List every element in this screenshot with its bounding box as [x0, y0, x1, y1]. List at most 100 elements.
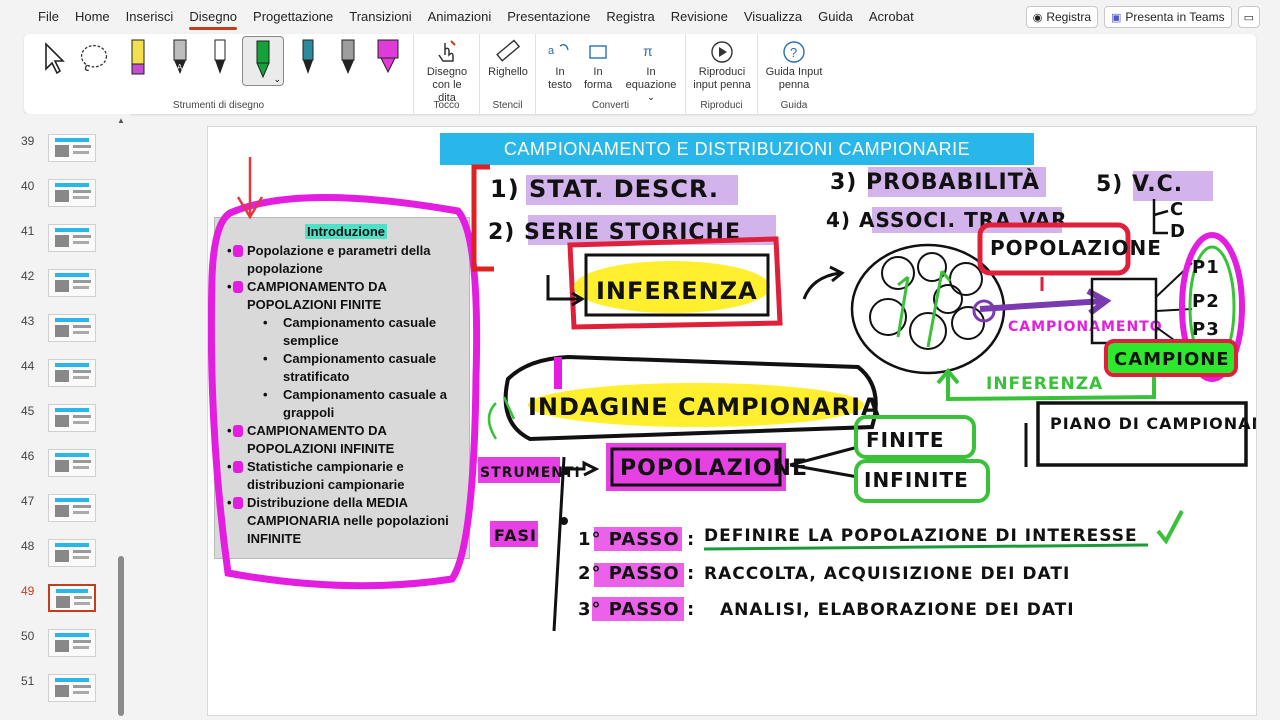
tab-inserisci[interactable]: Inserisci [118, 0, 182, 34]
hw-popolazione-top: POPOLAZIONE [990, 236, 1162, 260]
tab-home[interactable]: Home [67, 0, 118, 34]
highlighter-yellow-button[interactable] [122, 38, 154, 78]
slide-thumbnail-pane: 39 40 41 42 43 44 45 46 47 48 49 50 51 [0, 114, 130, 720]
ruler-button[interactable]: Righello [484, 38, 532, 79]
slide-preview [48, 494, 96, 522]
ink-guide-button[interactable]: ? Guida Input penna [762, 38, 826, 92]
slide-number: 49 [21, 584, 35, 598]
tab-presentazione[interactable]: Presentazione [499, 0, 598, 34]
replay-ink-button[interactable]: Riproduci input penna [690, 38, 754, 92]
group-stencil: Righello Stencil [480, 34, 536, 114]
pen-green-button[interactable]: ⌄ [242, 36, 284, 86]
ink-timeline-line [552, 456, 566, 632]
slide-thumbnail[interactable]: 46 [0, 449, 110, 483]
replay-ink-label: Riproduci input penna [693, 66, 751, 91]
slide-number: 48 [21, 539, 35, 553]
comments-button[interactable]: ▭ [1237, 6, 1260, 28]
slide-preview [48, 539, 96, 567]
slide-canvas[interactable]: CAMPIONAMENTO E DISTRIBUZIONI CAMPIONARI… [207, 126, 1257, 716]
ink-to-text-icon: a [544, 38, 576, 66]
tab-file[interactable]: File [30, 0, 67, 34]
powerpoint-window: File Home Inserisci Disegno Progettazione Tra… [0, 0, 1280, 720]
ink-to-shape-button[interactable]: In forma [580, 38, 616, 92]
hw-finite: FINITE [866, 428, 945, 452]
slide-number: 40 [21, 179, 35, 193]
slide-thumbnail[interactable]: 48 [0, 539, 110, 573]
slide-thumbnail[interactable]: 45 [0, 404, 110, 438]
help-icon: ? [778, 38, 810, 66]
tab-registra[interactable]: Registra [598, 0, 662, 34]
scroll-up-icon[interactable]: ▲ [117, 116, 125, 125]
hw-p2: P2 [1192, 291, 1220, 312]
group-touch: Disegno con le dita Tocco [414, 34, 480, 114]
hw-passo3-label: 3° PASSO : [578, 599, 695, 620]
slide-preview [48, 584, 96, 612]
group-label-touch: Tocco [433, 100, 460, 111]
slide-thumbnail[interactable]: 40 [0, 179, 110, 213]
chevron-down-icon[interactable]: ⌄ [273, 74, 281, 85]
pen-yellow-icon [122, 38, 154, 78]
teams-icon: ▣ [1111, 11, 1122, 24]
pen-black-a-button[interactable]: A [164, 38, 196, 78]
tab-guida[interactable]: Guida [810, 0, 861, 34]
cursor-arrow-icon [38, 38, 70, 78]
slide-thumbnail[interactable]: 44 [0, 359, 110, 393]
slide-thumbnail[interactable]: 42 [0, 269, 110, 303]
menu-bar: File Home Inserisci Disegno Progettazione Tra… [0, 0, 1280, 34]
draw-with-touch-button[interactable]: Disegno con le dita [418, 38, 476, 105]
present-in-teams-button[interactable]: ▣ Presenta in Teams [1104, 6, 1232, 28]
ink-arrow-to-circle [802, 265, 845, 300]
group-label-replay: Riproduci [700, 100, 743, 111]
slide-preview [48, 674, 96, 702]
hw-campione: CAMPIONE [1114, 349, 1230, 370]
group-label-drawing-tools: Strumenti di disegno [172, 100, 265, 111]
slide-thumbnail[interactable]: 49 [0, 584, 110, 618]
slide-thumbnail[interactable]: 47 [0, 494, 110, 528]
group-label-stencil: Stencil [492, 100, 523, 111]
slide-thumbnail[interactable]: 51 [0, 674, 110, 708]
ink-vc-branches [1152, 199, 1169, 235]
pen-grey-button[interactable] [332, 38, 364, 78]
tab-animazioni[interactable]: Animazioni [420, 0, 500, 34]
tab-disegno[interactable]: Disegno [181, 0, 245, 34]
ink-magenta-outline [208, 194, 481, 590]
ink-piano-box [1036, 401, 1248, 467]
slide-thumbnail[interactable]: 39 [0, 134, 110, 168]
slide-thumbnail[interactable]: 43 [0, 314, 110, 348]
slide-number: 46 [21, 449, 35, 463]
hw-fasi: FASI [494, 526, 537, 545]
slide-number: 47 [21, 494, 35, 508]
tab-transizioni[interactable]: Transizioni [341, 0, 419, 34]
slide-thumbnail[interactable]: 50 [0, 629, 110, 663]
tab-revisione[interactable]: Revisione [663, 0, 736, 34]
hw-passo2-text: RACCOLTA, ACQUISIZIONE DEI DATI [704, 564, 1070, 584]
tab-progettazione[interactable]: Progettazione [245, 0, 341, 34]
hw-p3: P3 [1192, 319, 1220, 340]
hw-inferenza-green: INFERENZA [986, 374, 1103, 394]
select-tool-button[interactable] [38, 38, 70, 78]
group-convert: a In testo In forma π In equazione ⌄ Con… [536, 34, 686, 114]
tab-visualizza[interactable]: Visualizza [736, 0, 810, 34]
ruler-icon [492, 38, 524, 66]
scrollbar-thumb[interactable] [118, 556, 124, 716]
highlighter-magenta-button[interactable] [372, 38, 404, 78]
thumbnail-scrollbar[interactable]: ▲ [117, 114, 125, 720]
ink-guide-label: Guida Input penna [765, 66, 823, 91]
slide-preview [48, 134, 96, 162]
ink-layer: 1) STAT. DESCR. 2) SERIE STORICHE 3) PRO… [208, 157, 1256, 632]
hw-d: D [1170, 221, 1186, 242]
pen-black-button[interactable] [204, 38, 236, 78]
ink-to-text-button[interactable]: a In testo [542, 38, 578, 92]
hw-prob: 3) PROBABILITÀ [830, 169, 1040, 195]
ink-to-equation-button[interactable]: π In equazione ⌄ [620, 38, 682, 103]
ruler-label: Righello [488, 66, 528, 78]
tab-acrobat[interactable]: Acrobat [861, 0, 922, 34]
hw-p1: P1 [1192, 257, 1220, 278]
menu-right-actions: ◉ Registra ▣ Presenta in Teams ▭ [1025, 6, 1260, 28]
pen-teal-button[interactable] [292, 38, 324, 78]
lasso-select-button[interactable] [78, 38, 110, 78]
record-button[interactable]: ◉ Registra [1025, 6, 1099, 28]
slide-thumbnail[interactable]: 41 [0, 224, 110, 258]
group-replay: Riproduci input penna Riproduci [686, 34, 758, 114]
slide-preview [48, 179, 96, 207]
